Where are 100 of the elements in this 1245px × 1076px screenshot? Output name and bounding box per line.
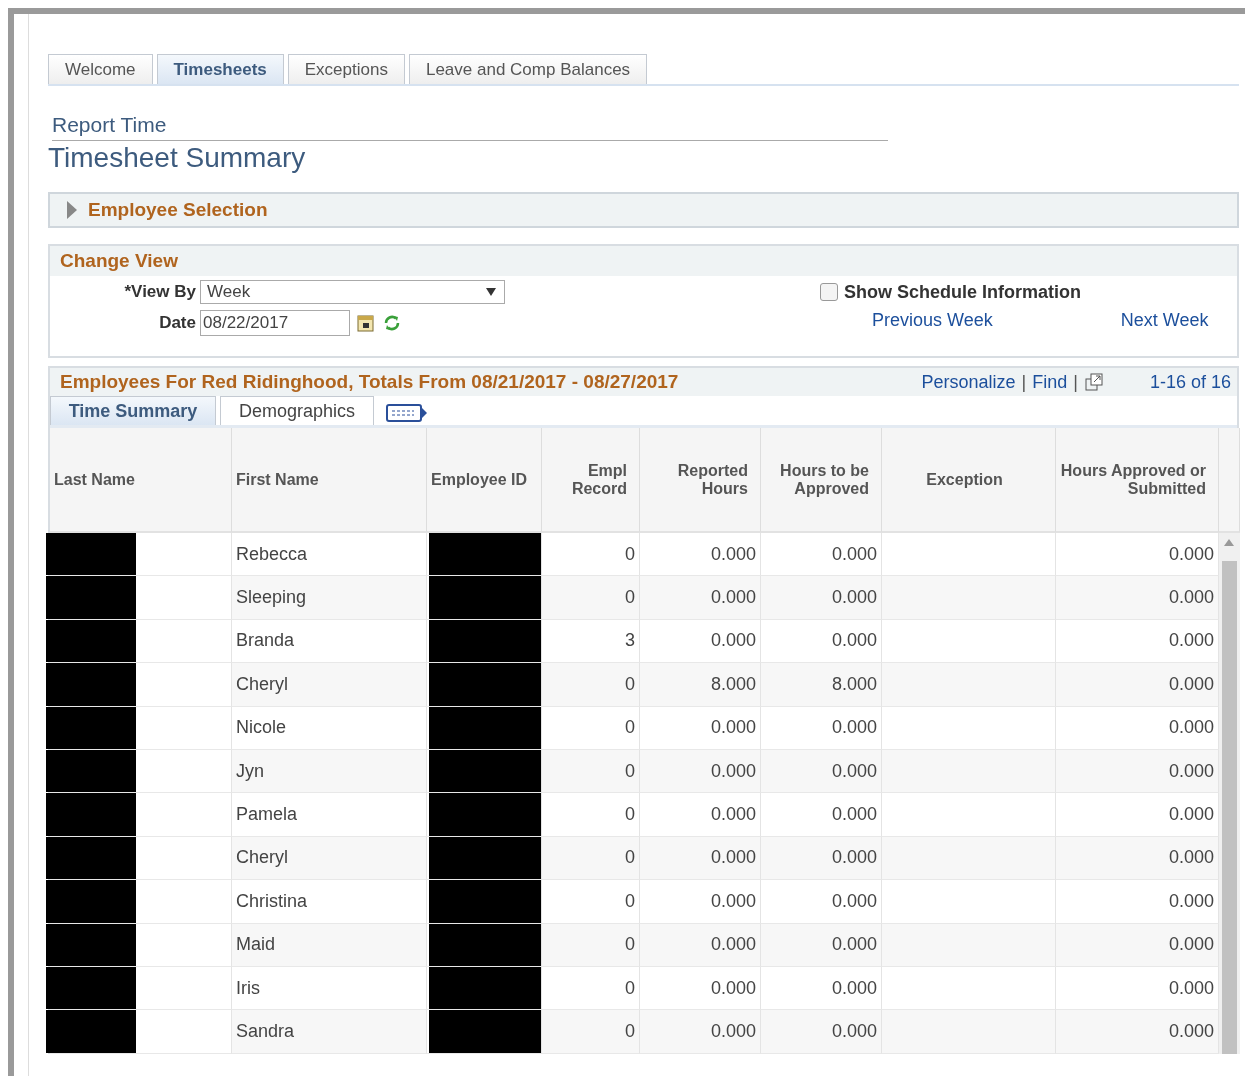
table-cell: 0.000 [761, 966, 882, 1011]
tab[interactable]: Welcome [48, 54, 153, 84]
section-title: Employee Selection [88, 199, 268, 221]
table-cell: 0 [542, 836, 640, 881]
table-cell: 0.000 [1056, 576, 1219, 620]
table-cell: Pamela [232, 793, 427, 837]
table-cell: 0.000 [761, 793, 882, 837]
table-cell: 0.000 [761, 880, 882, 924]
table-cell: 0.000 [1056, 619, 1219, 664]
expand-icon[interactable] [66, 201, 78, 219]
scroll-up-icon[interactable] [1224, 539, 1234, 546]
new-window-icon[interactable] [1083, 372, 1104, 392]
scrollbar[interactable] [1219, 533, 1240, 1054]
table-cell: 0.000 [1056, 706, 1219, 750]
date-field[interactable]: 08/22/2017 [200, 310, 350, 336]
grid-title: Employees For Red Ridinghood, Totals From 08/21/2017 - 08/27/2017 [60, 371, 679, 393]
table-cell: 0.000 [761, 836, 882, 881]
table-cell: Christina [232, 880, 427, 924]
find-link[interactable]: Find [1032, 371, 1068, 393]
table-cell: 0 [542, 706, 640, 750]
table-cell: 0.000 [640, 836, 761, 881]
table-cell: 0.000 [640, 576, 761, 620]
table-cell: 0.000 [761, 923, 882, 967]
table-cell: Cheryl [232, 836, 427, 881]
table-cell: 0 [542, 880, 640, 924]
section-bar[interactable]: Employee Selection [48, 192, 1239, 228]
section-title: Change View [60, 250, 178, 272]
table-cell: 0 [542, 923, 640, 967]
page-title: Timesheet Summary [48, 142, 307, 174]
table-cell: Rebecca [232, 533, 427, 577]
refresh-icon[interactable] [382, 313, 402, 333]
table-cell: Sandra [232, 1010, 427, 1054]
table-cell: 0.000 [1056, 749, 1219, 794]
personalize-link[interactable]: Personalize [921, 371, 1016, 393]
caret-icon [486, 288, 496, 296]
table-cell: 0.000 [1056, 793, 1219, 837]
table-cell: 3 [542, 619, 640, 664]
table-cell: 0.000 [640, 1010, 761, 1054]
tab[interactable]: Exceptions [287, 54, 405, 84]
tab[interactable]: Demographics [220, 396, 374, 425]
next-week-link[interactable]: Next Week [1120, 310, 1209, 336]
tab[interactable]: Leave and Comp Balances [408, 54, 648, 84]
separator: | [1073, 371, 1078, 393]
table-cell: 0.000 [640, 749, 761, 794]
table-cell: 0.000 [761, 533, 882, 577]
table-cell: 0 [542, 749, 640, 794]
table-cell: 8.000 [761, 663, 882, 707]
column-header: Empl Record [542, 428, 640, 533]
table-cell: 0.000 [640, 793, 761, 837]
table-cell: 0.000 [1056, 880, 1219, 924]
table-cell: 0 [542, 793, 640, 837]
table-cell: 0.000 [761, 1010, 882, 1054]
table-cell: 8.000 [640, 663, 761, 707]
table-cell: Iris [232, 966, 427, 1011]
table-cell: Nicole [232, 706, 427, 750]
field-label: *View By [124, 282, 196, 302]
table-cell: 0.000 [640, 706, 761, 750]
field-label: Date [159, 313, 196, 333]
table-cell: 0.000 [640, 923, 761, 967]
column-header: Exception [882, 428, 1056, 533]
table-cell: Sleeping [232, 576, 427, 620]
tab[interactable]: Time Summary [50, 396, 216, 425]
table-cell: 0.000 [640, 619, 761, 664]
table-cell: 0.000 [1056, 966, 1219, 1011]
table-cell: 0.000 [640, 966, 761, 1011]
table-cell: 0.000 [640, 880, 761, 924]
table-cell: Cheryl [232, 663, 427, 707]
table-cell: Maid [232, 923, 427, 967]
column-header: Hours to be Approved [761, 428, 882, 533]
table-cell: 0 [542, 966, 640, 1011]
table-cell: 0 [542, 533, 640, 577]
column-header: Reported Hours [640, 428, 761, 533]
table-cell: 0.000 [1056, 533, 1219, 577]
previous-week-link[interactable]: Previous Week [872, 310, 993, 336]
separator: | [1021, 371, 1027, 393]
checkbox-label: Show Schedule Information [844, 281, 1081, 303]
table-cell: 0 [542, 1010, 640, 1054]
table-cell: 0.000 [761, 706, 882, 750]
table-cell: 0 [542, 576, 640, 620]
table-cell: 0.000 [1056, 923, 1219, 967]
calendar-icon[interactable] [356, 313, 376, 333]
show-all-columns-icon[interactable] [386, 403, 428, 423]
tab[interactable]: Timesheets [156, 54, 284, 84]
table-cell: 0.000 [640, 533, 761, 577]
table-cell: Jyn [232, 749, 427, 794]
table-cell: 0.000 [1056, 836, 1219, 881]
column-header: Employee ID [427, 428, 542, 533]
column-header: First Name [232, 428, 427, 533]
table-cell: Branda [232, 619, 427, 664]
table-cell: 0.000 [1056, 1010, 1219, 1054]
table-cell: 0.000 [761, 576, 882, 620]
table-cell: 0.000 [761, 749, 882, 794]
table-cell: 0 [542, 663, 640, 707]
breadcrumb: Report Time [52, 113, 888, 141]
table-cell: 0.000 [761, 619, 882, 664]
view-by-dropdown[interactable]: Week [200, 280, 505, 304]
column-header: Hours Approved or Submitted [1056, 428, 1219, 533]
row-count: 1-16 of 16 [1149, 371, 1231, 393]
column-header: Last Name [50, 428, 232, 533]
checkbox[interactable] [820, 283, 838, 301]
